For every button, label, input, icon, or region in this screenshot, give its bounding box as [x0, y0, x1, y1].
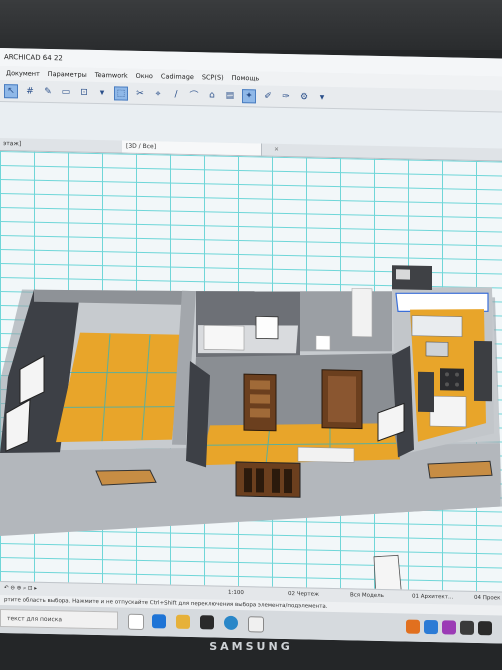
kitchen-counter [411, 315, 463, 337]
3d-viewport[interactable] [0, 151, 502, 592]
measure-icon[interactable]: ⌖ [152, 88, 164, 100]
fridge [474, 340, 492, 402]
menu-scp[interactable]: SCP(S) [202, 70, 224, 84]
wc-wall [300, 291, 392, 352]
taskbar-search[interactable]: текст для поиска [0, 609, 118, 630]
stove [440, 368, 464, 391]
menu-help[interactable]: Помощь [232, 71, 260, 86]
syringe-icon[interactable]: ✑ [280, 90, 292, 102]
toilet [315, 335, 331, 351]
more-icon[interactable]: ▾ [316, 91, 328, 103]
chrome-icon[interactable] [224, 615, 238, 630]
bathtub [203, 324, 245, 351]
menu-parameters[interactable]: Параметры [48, 67, 87, 82]
monitor-top [0, 0, 502, 50]
tray-icon-4[interactable] [460, 620, 474, 635]
magic-wand-icon[interactable]: ✦ [242, 88, 256, 103]
close-icon[interactable]: × [274, 144, 279, 156]
chevron-down-icon[interactable]: ▾ [96, 87, 108, 99]
monitor-brand: SAMSUNG [209, 640, 293, 653]
sink [425, 341, 449, 357]
nav-icons[interactable]: ↶ ⊖ ⊕ ⌕ ⊡ ▸ [4, 585, 37, 593]
store-icon[interactable] [200, 615, 214, 630]
menu-window[interactable]: Окно [136, 69, 153, 83]
menu-teamwork[interactable]: Teamwork [95, 68, 128, 83]
layer-combination[interactable]: 02 Чертеж [288, 591, 319, 598]
3d-model [0, 265, 502, 592]
menu-cadimage[interactable]: Cadimage [161, 69, 194, 84]
tab-floor[interactable]: этаж] [0, 138, 21, 150]
tray-icon-5[interactable] [478, 621, 492, 636]
edge-icon[interactable] [152, 614, 166, 629]
box-icon[interactable]: ▭ [60, 86, 72, 98]
hall-left-wall [186, 360, 210, 468]
home-icon[interactable]: ⌂ [206, 89, 218, 101]
screen: ARCHICAD 64 22 Документ Параметры Teamwo… [0, 48, 502, 644]
scissors-icon[interactable]: ✂ [134, 87, 146, 99]
gear-icon[interactable]: ⚙ [298, 91, 310, 103]
eyedropper-icon[interactable]: ✐ [262, 90, 274, 102]
arrow-tool-icon[interactable]: ↖ [4, 83, 18, 98]
kitchen-upper-left [418, 371, 434, 413]
view-name[interactable]: 04 Проек [474, 595, 500, 602]
tray-icon-2[interactable] [424, 619, 438, 635]
kitchen-cabinet [429, 395, 467, 428]
menu-document[interactable]: Документ [6, 66, 40, 81]
shoe-bench [297, 446, 355, 463]
arc-icon[interactable]: ⌒ [188, 88, 200, 101]
task-view-icon[interactable] [128, 613, 144, 631]
folder-icon[interactable] [176, 614, 190, 629]
tray-icon-3[interactable] [442, 620, 456, 635]
mirror [255, 315, 279, 340]
select-icon[interactable]: ⬚ [114, 85, 128, 101]
pen-set[interactable]: 01 Архитект... [412, 594, 453, 601]
line-icon[interactable]: ∕ [170, 88, 182, 100]
lock-icon[interactable]: ⊡ [78, 86, 90, 98]
tab-3d-label: [3D / Все] [126, 142, 157, 151]
tray-icon-1[interactable] [406, 619, 420, 634]
grid-snap-icon[interactable]: # [24, 85, 36, 97]
scale-value[interactable]: 1:100 [228, 590, 244, 596]
app-icon[interactable] [248, 616, 264, 633]
pencil-icon[interactable]: ✎ [42, 85, 54, 97]
stray-object [373, 554, 403, 592]
model-view[interactable]: Вся Модель [350, 592, 384, 599]
fill-icon[interactable]: ▤ [224, 89, 236, 101]
boiler [351, 288, 373, 338]
